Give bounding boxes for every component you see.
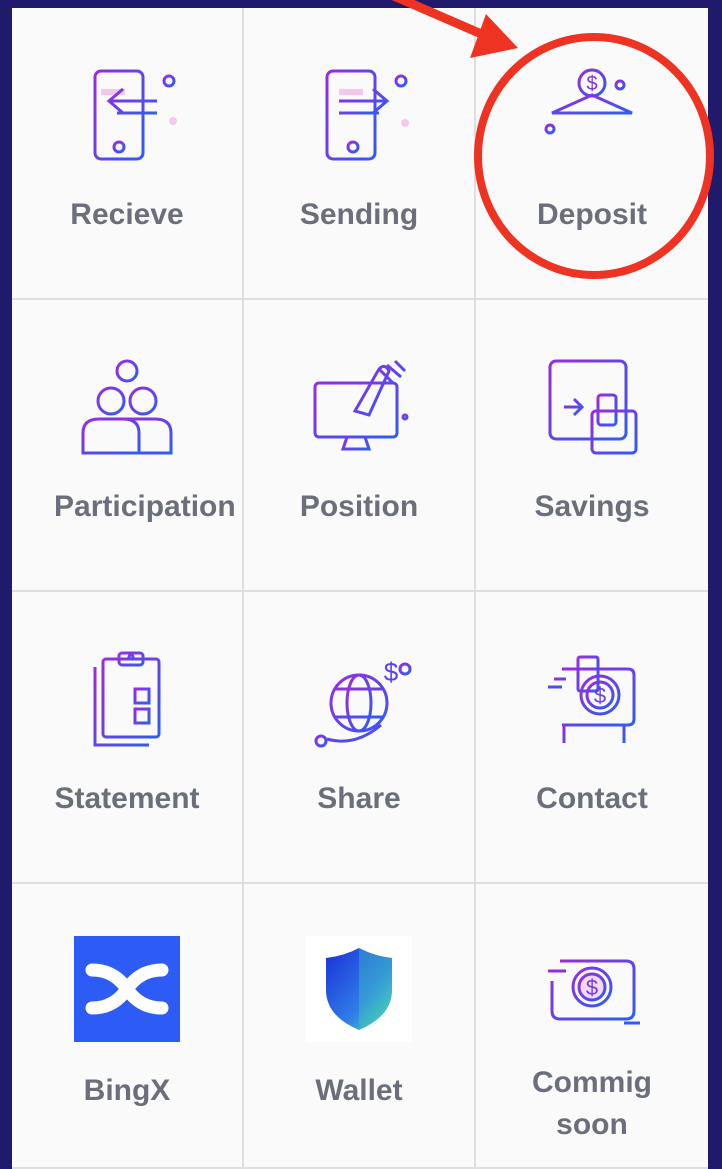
svg-text:$: $: [586, 73, 597, 95]
grid-item-participation[interactable]: Participation: [12, 300, 244, 592]
grid-item-label: Participation: [54, 490, 236, 523]
svg-text:$: $: [594, 683, 606, 708]
position-icon: [304, 352, 414, 462]
grid-item-label: Share: [317, 782, 401, 815]
svg-text:$: $: [384, 657, 399, 687]
grid-item-receive[interactable]: Recieve: [12, 8, 244, 300]
grid-item-sending[interactable]: Sending: [244, 8, 476, 300]
grid-item-label: Deposit: [536, 198, 647, 231]
svg-text:$: $: [586, 975, 598, 1000]
bank-deposit-icon: $: [537, 60, 647, 170]
grid-item-label: Commig soon: [532, 1066, 652, 1141]
grid-item-label: Savings: [534, 490, 650, 523]
grid-item-deposit[interactable]: $ Deposit: [476, 8, 708, 300]
grid-item-savings[interactable]: Savings: [476, 300, 708, 592]
grid-item-label: Recieve: [70, 198, 184, 231]
receive-icon: [72, 60, 182, 170]
grid-item-wallet[interactable]: Wallet: [244, 884, 476, 1169]
grid-item-position[interactable]: Position: [244, 300, 476, 592]
wallet-shield-logo: [306, 936, 412, 1042]
grid-item-share[interactable]: $ Share: [244, 592, 476, 884]
grid-item-label: Sending: [299, 198, 419, 231]
coming-soon-icon: $: [537, 936, 647, 1046]
bingx-logo: [74, 936, 180, 1042]
grid-item-statement[interactable]: Statement: [12, 592, 244, 884]
grid-item-label: Position: [299, 490, 419, 523]
participation-icon: [72, 352, 182, 462]
grid-item-label: Contact: [536, 782, 648, 815]
grid-item-label: BingX: [83, 1074, 171, 1107]
sending-icon: [304, 60, 414, 170]
grid-item-coming-soon[interactable]: $ Commig soon: [476, 884, 708, 1169]
share-icon: $: [304, 644, 414, 754]
grid-item-contact[interactable]: $ Contact: [476, 592, 708, 884]
statement-icon: [72, 644, 182, 754]
grid-item-bingx[interactable]: BingX: [12, 884, 244, 1169]
contact-icon: $: [537, 644, 647, 754]
savings-icon: [537, 352, 647, 462]
services-grid: Recieve Sending $ Deposit Participation …: [12, 8, 708, 1169]
grid-item-label: Wallet: [315, 1074, 403, 1107]
grid-item-label: Statement: [54, 782, 200, 815]
